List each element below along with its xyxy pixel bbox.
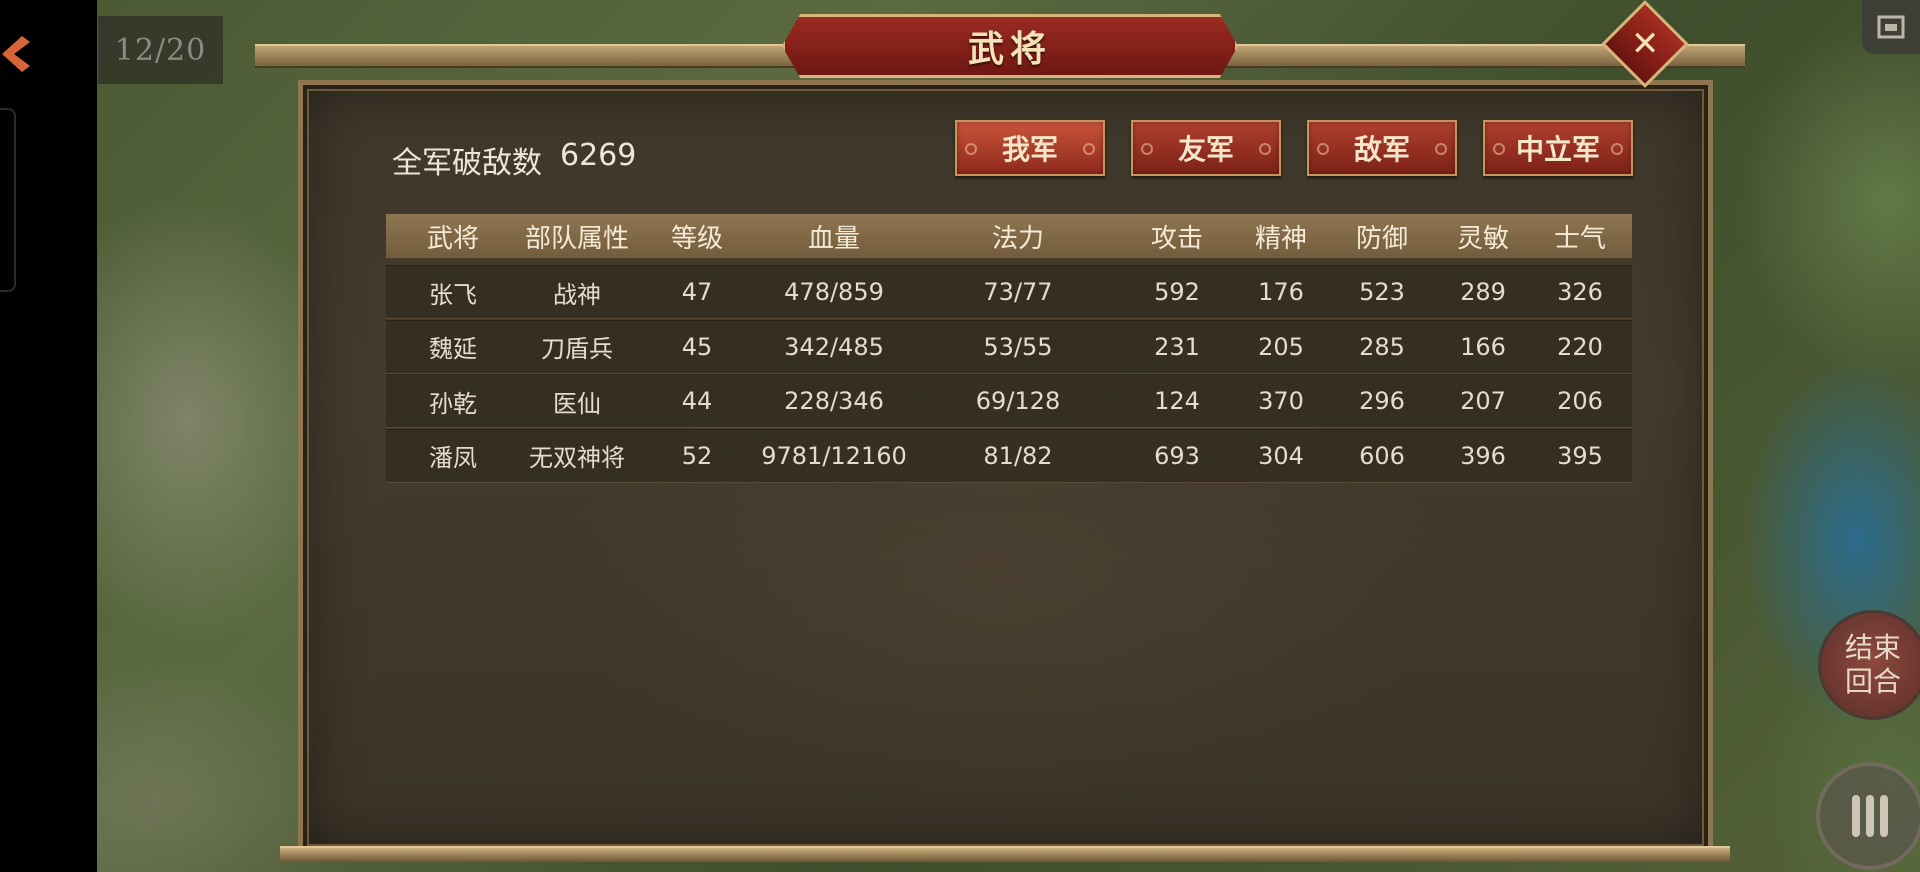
cell-general: 潘凤 xyxy=(429,444,477,472)
table-row[interactable]: 潘凤 无双神将 52 9781/12160 81/82 693 304 606 396 395 xyxy=(386,428,1632,483)
cell-unit-type: 医仙 xyxy=(553,389,601,418)
cell-mp: 53/55 xyxy=(983,332,1053,361)
header-general: 武将 xyxy=(426,223,480,254)
dialog-title: 武将 xyxy=(967,28,1052,70)
cell-unit-type: 战神 xyxy=(553,280,601,309)
menu-icon[interactable] xyxy=(1816,762,1920,870)
cell-mp: 73/77 xyxy=(983,278,1053,306)
side-handle[interactable] xyxy=(0,108,16,292)
cell-agility: 166 xyxy=(1460,332,1506,361)
cell-morale: 206 xyxy=(1557,387,1603,415)
table-row[interactable]: 张飞 战神 47 478/859 73/77 592 176 523 289 326 xyxy=(386,265,1632,319)
header-mp: 法力 xyxy=(991,223,1045,254)
cell-agility: 396 xyxy=(1460,441,1506,470)
cell-agility: 207 xyxy=(1460,387,1506,415)
header-morale: 士气 xyxy=(1553,223,1607,254)
header-attack: 攻击 xyxy=(1150,223,1204,254)
left-black-bar xyxy=(0,0,97,872)
tab-enemy-army[interactable]: 敌军 xyxy=(1307,120,1457,176)
cell-spirit: 304 xyxy=(1258,441,1304,470)
cell-hp: 342/485 xyxy=(784,332,884,361)
cell-mp: 69/128 xyxy=(975,387,1061,415)
cell-morale: 220 xyxy=(1557,332,1603,361)
cell-level: 52 xyxy=(681,441,713,470)
window-icon[interactable] xyxy=(1862,0,1920,54)
cell-defense: 296 xyxy=(1359,387,1405,415)
cell-general: 孙乾 xyxy=(429,389,477,418)
kill-count-value: 6269 xyxy=(560,138,637,173)
cell-attack: 693 xyxy=(1154,441,1200,470)
table-row[interactable]: 孙乾 医仙 44 228/346 69/128 124 370 296 207 206 xyxy=(386,374,1632,428)
cell-spirit: 370 xyxy=(1258,387,1304,415)
header-spirit: 精神 xyxy=(1254,223,1308,254)
table-row[interactable]: 魏延 刀盾兵 45 342/485 53/55 231 205 285 166 220 xyxy=(386,319,1632,374)
end-turn-button[interactable]: 结束 回合 xyxy=(1818,610,1920,720)
header-unit-type: 部队属性 xyxy=(524,223,630,254)
cell-attack: 124 xyxy=(1154,387,1200,415)
cell-general: 魏延 xyxy=(429,335,477,363)
cell-spirit: 176 xyxy=(1258,278,1304,306)
end-turn-label-line2: 回合 xyxy=(1844,665,1901,698)
cell-agility: 289 xyxy=(1460,278,1506,306)
tab-neutral-army[interactable]: 中立军 xyxy=(1483,120,1633,176)
cell-unit-type: 无双神将 xyxy=(529,444,625,472)
cell-defense: 285 xyxy=(1359,332,1405,361)
cell-hp: 228/346 xyxy=(784,387,884,415)
kill-count-label: 全军破敌数 xyxy=(392,146,542,181)
cell-spirit: 205 xyxy=(1258,332,1304,361)
dialog-bottom-rail xyxy=(280,846,1730,862)
cell-hp: 9781/12160 xyxy=(761,441,907,470)
header-defense: 防御 xyxy=(1355,223,1409,254)
tab-allied-army[interactable]: 友军 xyxy=(1131,120,1281,176)
header-hp: 血量 xyxy=(807,223,861,254)
cell-unit-type: 刀盾兵 xyxy=(541,335,613,363)
back-logo-icon[interactable] xyxy=(0,28,34,80)
header-agility: 灵敏 xyxy=(1456,223,1510,254)
cell-level: 45 xyxy=(681,332,713,361)
cell-mp: 81/82 xyxy=(983,441,1053,470)
end-turn-label-line1: 结束 xyxy=(1844,631,1901,664)
cell-level: 47 xyxy=(681,278,713,306)
cell-level: 44 xyxy=(681,387,713,415)
cell-attack: 592 xyxy=(1154,278,1200,306)
cell-defense: 523 xyxy=(1359,278,1405,306)
close-icon: ✕ xyxy=(1630,24,1660,64)
cell-morale: 326 xyxy=(1557,278,1603,306)
table-header: 武将 部队属性 等级 血量 法力 攻击 精神 防御 灵敏 士气 xyxy=(386,214,1632,260)
tab-our-army[interactable]: 我军 xyxy=(955,120,1105,176)
header-level: 等级 xyxy=(670,223,724,254)
dialog-title-plate: 武将 xyxy=(782,14,1238,78)
turn-counter: 12/20 xyxy=(98,16,223,84)
cell-morale: 395 xyxy=(1557,441,1603,470)
cell-defense: 606 xyxy=(1359,441,1405,470)
cell-attack: 231 xyxy=(1154,332,1200,361)
cell-general: 张飞 xyxy=(429,280,477,309)
cell-hp: 478/859 xyxy=(784,278,884,306)
